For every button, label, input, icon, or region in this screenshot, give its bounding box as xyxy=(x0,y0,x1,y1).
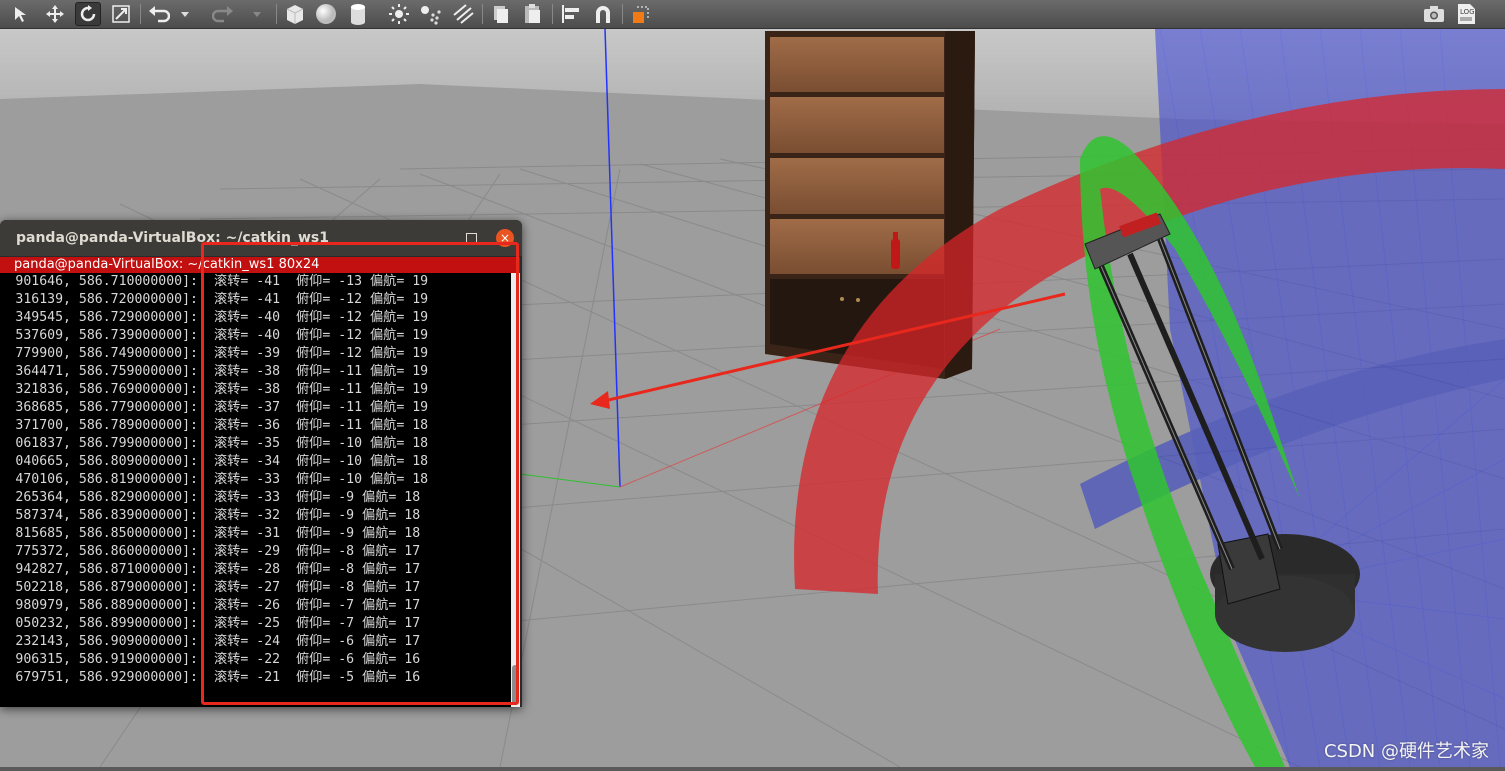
directional-light-icon[interactable] xyxy=(450,2,476,26)
select-arrow-icon[interactable] xyxy=(8,2,34,26)
color-change-icon[interactable] xyxy=(628,2,654,26)
terminal-line-timestamp: 040665, 586.809000000]: xyxy=(15,454,198,469)
terminal-line-timestamp: 061837, 586.799000000]: xyxy=(15,436,198,451)
terminal-line-timestamp: 980979, 586.889000000]: xyxy=(15,598,198,613)
toolbar-separator xyxy=(140,4,141,24)
gazebo-toolbar: LOG xyxy=(0,0,1505,29)
terminal-line-timestamp: 368685, 586.779000000]: xyxy=(15,400,198,415)
undo-dropdown-icon[interactable] xyxy=(178,2,192,26)
magnet-icon[interactable] xyxy=(590,2,616,26)
terminal-line-timestamp: 050232, 586.899000000]: xyxy=(15,616,198,631)
log-icon-label: LOG xyxy=(1460,8,1475,16)
terminal-line-timestamp: 316139, 586.720000000]: xyxy=(15,292,198,307)
terminal-line-timestamp: 537609, 586.739000000]: xyxy=(15,328,198,343)
terminal-line-timestamp: 371700, 586.789000000]: xyxy=(15,418,198,433)
csdn-watermark: CSDN @硬件艺术家 xyxy=(1323,741,1489,762)
translate-icon[interactable] xyxy=(42,2,68,26)
terminal-line-timestamp: 232143, 586.909000000]: xyxy=(15,634,198,649)
point-light-icon[interactable] xyxy=(386,2,412,26)
screenshot-icon[interactable] xyxy=(1421,2,1447,26)
terminal-line-timestamp: 265364, 586.829000000]: xyxy=(15,490,198,505)
annotation-highlight-box xyxy=(201,242,519,705)
terminal-line-timestamp: 779900, 586.749000000]: xyxy=(15,346,198,361)
terminal-line-timestamp: 906315, 586.919000000]: xyxy=(15,652,198,667)
terminal-line-timestamp: 775372, 586.860000000]: xyxy=(15,544,198,559)
redo-dropdown-icon[interactable] xyxy=(250,2,264,26)
terminal-line-timestamp: 470106, 586.819000000]: xyxy=(15,472,198,487)
terminal-line-timestamp: 679751, 586.929000000]: xyxy=(15,670,198,685)
toolbar-separator xyxy=(276,4,277,24)
paste-icon[interactable] xyxy=(520,2,546,26)
terminal-line-timestamp: 364471, 586.759000000]: xyxy=(15,364,198,379)
terminal-line-timestamp: 587374, 586.839000000]: xyxy=(15,508,198,523)
terminal-line-timestamp: 815685, 586.850000000]: xyxy=(15,526,198,541)
align-icon[interactable] xyxy=(558,2,584,26)
rotate-icon[interactable] xyxy=(75,2,101,26)
terminal-line-timestamp: 942827, 586.871000000]: xyxy=(15,562,198,577)
cylinder-shape-icon[interactable] xyxy=(345,2,371,26)
terminal-line-timestamp: 502218, 586.879000000]: xyxy=(15,580,198,595)
log-icon[interactable]: LOG xyxy=(1453,2,1479,26)
toolbar-separator xyxy=(552,4,553,24)
box-shape-icon[interactable] xyxy=(282,2,308,26)
toolbar-separator xyxy=(482,4,483,24)
redo-icon[interactable] xyxy=(210,2,236,26)
undo-icon[interactable] xyxy=(146,2,172,26)
copy-icon[interactable] xyxy=(488,2,514,26)
terminal-line-timestamp: 321836, 586.769000000]: xyxy=(15,382,198,397)
terminal-line-timestamp: 901646, 586.710000000]: xyxy=(15,274,198,289)
spot-light-icon[interactable] xyxy=(418,2,444,26)
status-bar xyxy=(0,767,1505,771)
terminal-line-timestamp: 349545, 586.729000000]: xyxy=(15,310,198,325)
scale-icon[interactable] xyxy=(108,2,134,26)
toolbar-separator xyxy=(622,4,623,24)
sphere-shape-icon[interactable] xyxy=(313,2,339,26)
